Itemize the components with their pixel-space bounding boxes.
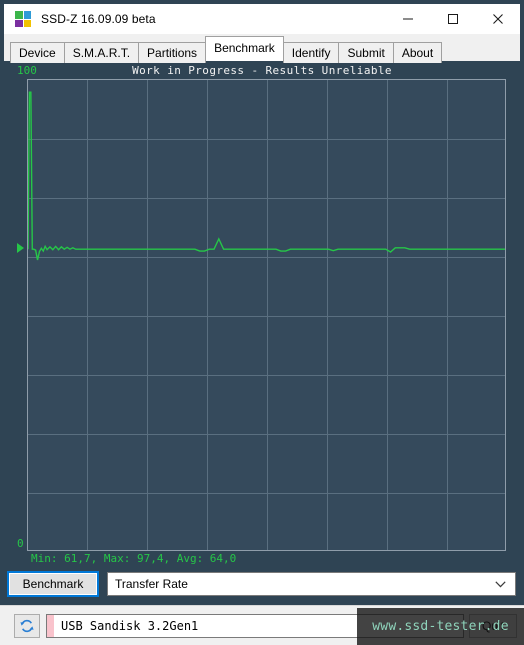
y-axis-max-label: 100 — [17, 64, 37, 77]
window-controls — [385, 4, 520, 34]
playhead-marker-icon — [17, 243, 24, 254]
window-title: SSD-Z 16.09.09 beta — [41, 12, 156, 26]
controls-row: Benchmark Transfer Rate — [7, 571, 516, 597]
device-name-value: USB Sandisk 3.2Gen1 — [61, 619, 199, 633]
quit-button[interactable]: Quit — [469, 614, 517, 638]
close-icon — [492, 14, 503, 24]
tab-submit[interactable]: Submit — [338, 42, 394, 63]
refresh-button[interactable] — [14, 614, 40, 638]
tab-identify[interactable]: Identify — [282, 42, 340, 63]
title-bar: SSD-Z 16.09.09 beta — [4, 4, 520, 34]
tab-device[interactable]: Device — [10, 42, 65, 63]
minimize-icon — [402, 18, 413, 20]
benchmark-stats-text: Min: 61,7, Max: 97,4, Avg: 64,0 — [31, 552, 237, 565]
application-window: SSD-Z 16.09.09 beta Device S.M.A.R.T. Pa… — [0, 0, 524, 645]
logo-tile-bottom-left — [15, 19, 23, 27]
logo-tile-bottom-right — [23, 19, 31, 27]
refresh-icon — [20, 619, 34, 633]
tab-benchmark[interactable]: Benchmark — [205, 36, 284, 61]
chevron-down-icon — [495, 575, 506, 593]
tab-strip: Device S.M.A.R.T. Partitions Benchmark I… — [4, 34, 520, 63]
minimize-button[interactable] — [385, 4, 430, 34]
tab-partitions[interactable]: Partitions — [138, 42, 207, 63]
tab-about[interactable]: About — [392, 42, 443, 63]
benchmark-mode-value: Transfer Rate — [115, 577, 188, 591]
close-button[interactable] — [475, 4, 520, 34]
bottom-status-bar: USB Sandisk 3.2Gen1 Quit — [0, 605, 524, 645]
ssd-z-logo-icon — [15, 11, 31, 27]
device-name-field[interactable]: USB Sandisk 3.2Gen1 — [46, 614, 464, 638]
chart-title: Work in Progress - Results Unreliable — [132, 64, 392, 77]
plot-area — [27, 79, 506, 551]
benchmark-button[interactable]: Benchmark — [7, 571, 99, 597]
tab-list: Device S.M.A.R.T. Partitions Benchmark I… — [10, 36, 443, 63]
logo-tile-top-left — [15, 11, 23, 19]
chart-header: Work in Progress - Results Unreliable 10… — [8, 63, 516, 79]
logo-tile-top-right — [23, 11, 31, 19]
transfer-rate-line-series — [28, 91, 505, 261]
benchmark-mode-select[interactable]: Transfer Rate — [107, 572, 516, 596]
benchmark-chart-panel: Work in Progress - Results Unreliable 10… — [8, 63, 516, 566]
tab-smart[interactable]: S.M.A.R.T. — [63, 42, 140, 63]
device-status-indicator — [47, 615, 54, 637]
maximize-icon — [447, 14, 458, 24]
y-axis-min-label: 0 — [17, 537, 24, 550]
maximize-button[interactable] — [430, 4, 475, 34]
